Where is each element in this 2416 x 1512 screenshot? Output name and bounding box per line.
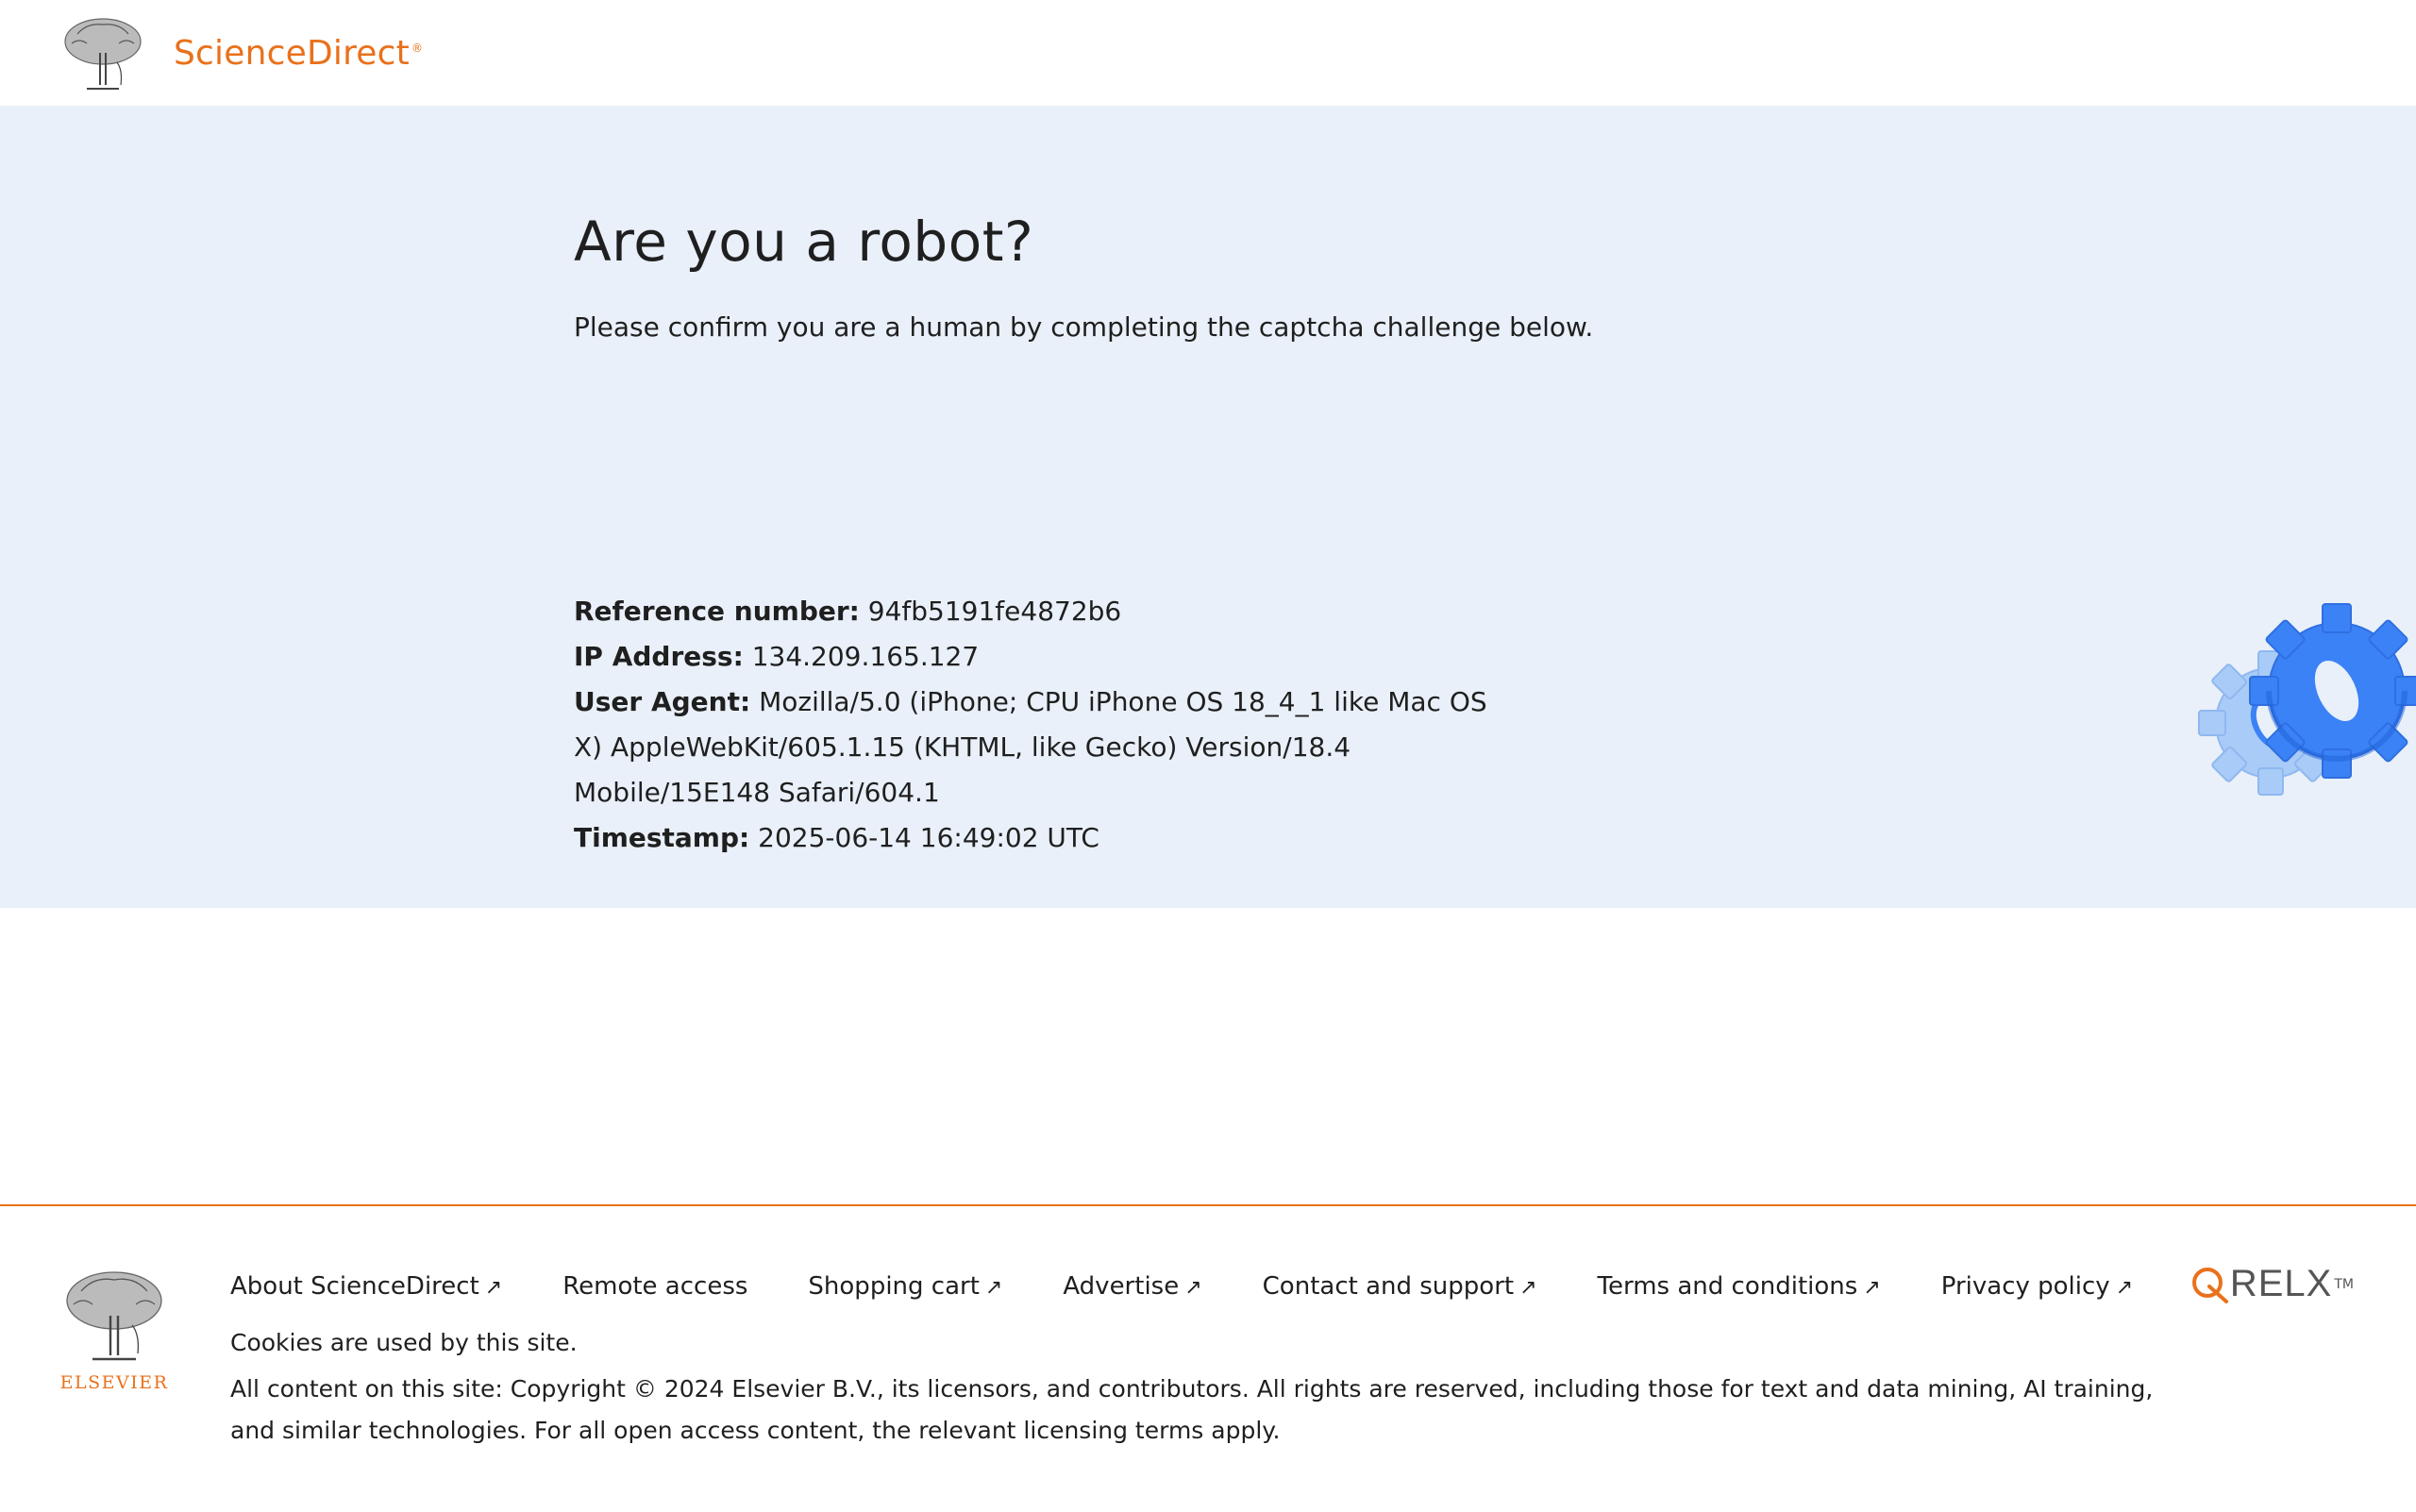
ip-address-value: 134.209.165.127 — [751, 641, 980, 672]
reference-number-label: Reference number: — [574, 596, 860, 627]
request-info: Reference number: 94fb5191fe4872b6 IP Ad… — [574, 589, 1518, 861]
ip-address-row: IP Address: 134.209.165.127 — [574, 634, 1518, 680]
brand-name: ScienceDirect — [174, 34, 410, 73]
captcha-band: Are you a robot? Please confirm you are … — [0, 106, 2416, 908]
footer-link-about[interactable]: About ScienceDirect ↗ — [230, 1272, 502, 1301]
timestamp-value: 2025-06-14 16:49:02 UTC — [758, 822, 1099, 853]
footer-link-label: Contact and support — [1262, 1272, 1515, 1301]
relx-logo[interactable]: RELX TM — [2189, 1263, 2354, 1305]
elsevier-tree-logo[interactable] — [59, 1268, 170, 1363]
footer-link-label: Terms and conditions — [1597, 1272, 1858, 1301]
footer-link-remote-access[interactable]: Remote access — [562, 1272, 747, 1301]
external-link-icon: ↗ — [1863, 1276, 1881, 1300]
brand-registered-mark: ® — [411, 42, 424, 55]
ip-address-label: IP Address: — [574, 641, 744, 672]
gears-icon — [2198, 603, 2416, 796]
user-agent-row: User Agent: Mozilla/5.0 (iPhone; CPU iPh… — [574, 680, 1518, 815]
copyright-notice: All content on this site: Copyright © 20… — [230, 1375, 2154, 1444]
footer-link-advertise[interactable]: Advertise ↗ — [1063, 1272, 1201, 1301]
timestamp-label: Timestamp: — [574, 822, 750, 853]
footer-link-label: Shopping cart — [808, 1272, 980, 1301]
page-title: Are you a robot? — [574, 210, 1034, 274]
sciencedirect-logo-text[interactable]: ScienceDirect ® — [174, 34, 423, 73]
page-description: Please confirm you are a human by comple… — [574, 311, 1594, 343]
timestamp-row: Timestamp: 2025-06-14 16:49:02 UTC — [574, 815, 1518, 861]
external-link-icon: ↗ — [1519, 1276, 1537, 1300]
footer-link-label: About ScienceDirect — [230, 1272, 479, 1301]
relx-wordmark: RELX — [2229, 1263, 2333, 1304]
elsevier-tree-logo[interactable] — [59, 15, 147, 92]
footer-link-label: Remote access — [562, 1272, 748, 1301]
external-link-icon: ↗ — [2115, 1276, 2134, 1300]
cookies-notice: Cookies are used by this site. — [230, 1329, 578, 1356]
footer-link-label: Advertise — [1063, 1272, 1180, 1301]
captcha-content: Are you a robot? Please confirm you are … — [574, 210, 2416, 853]
footer-link-contact-support[interactable]: Contact and support ↗ — [1263, 1272, 1537, 1301]
relx-mark-icon — [2191, 1267, 2228, 1303]
reference-number-value: 94fb5191fe4872b6 — [867, 596, 1122, 627]
user-agent-label: User Agent: — [574, 686, 751, 717]
elsevier-wordmark: ELSEVIER — [59, 1372, 169, 1393]
footer-link-label: Privacy policy — [1940, 1272, 2110, 1301]
site-footer: ELSEVIER About ScienceDirect ↗ Remote acc… — [0, 1204, 2416, 1512]
footer-link-shopping-cart[interactable]: Shopping cart ↗ — [808, 1272, 1002, 1301]
relx-trademark: TM — [2334, 1276, 2354, 1292]
external-link-icon: ↗ — [1184, 1276, 1202, 1300]
footer-link-terms[interactable]: Terms and conditions ↗ — [1598, 1272, 1881, 1301]
external-link-icon: ↗ — [484, 1276, 503, 1300]
site-header: ScienceDirect ® — [0, 0, 2416, 106]
footer-link-privacy[interactable]: Privacy policy ↗ — [1941, 1272, 2133, 1301]
footer-links: About ScienceDirect ↗ Remote access Shopp… — [230, 1272, 2193, 1301]
external-link-icon: ↗ — [984, 1276, 1003, 1300]
reference-number-row: Reference number: 94fb5191fe4872b6 — [574, 589, 1518, 634]
